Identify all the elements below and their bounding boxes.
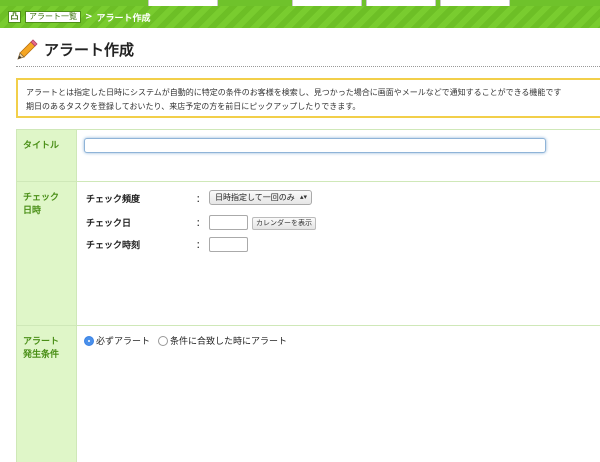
condition-label-line2: 発生条件 — [23, 350, 60, 360]
condition-row-label: アラート 発生条件 — [17, 326, 76, 462]
description-line: 期日のあるタスクを登録しておいたり、来店予定の方を前日にピックアップしたりできま… — [26, 102, 361, 111]
form-row-divider — [17, 181, 600, 182]
breadcrumb: 凸 アラート一覧 > アラート作成 — [0, 6, 600, 28]
title-row-label: タイトル — [17, 130, 76, 181]
colon: ： — [196, 241, 206, 251]
title-label-text: タイトル — [23, 141, 60, 151]
check-date-label: チェック日 — [86, 219, 132, 229]
breadcrumb-separator: > — [85, 12, 93, 22]
radio-conditional-alert-label[interactable]: 条件に合致した時にアラート — [170, 334, 287, 347]
check-label-line2: 日時 — [23, 206, 42, 216]
pencil-icon — [17, 39, 38, 60]
page-header: アラート作成 — [16, 38, 134, 60]
title-divider — [16, 66, 600, 67]
description-line: アラートとは指定した日時にシステムが自動的に特定の条件のお客様を検索し、見つかっ… — [26, 88, 562, 97]
home-icon[interactable]: 凸 — [8, 11, 21, 23]
breadcrumb-link-alert-list[interactable]: アラート一覧 — [25, 11, 81, 23]
select-arrows-icon: ▴▾ — [299, 193, 307, 201]
title-input[interactable] — [84, 138, 546, 153]
colon: ： — [196, 219, 206, 229]
condition-radio-group: 必ずアラート 条件に合致した時にアラート — [84, 334, 295, 347]
form-column-divider — [76, 129, 77, 462]
radio-conditional-alert[interactable] — [158, 335, 169, 346]
frequency-label: チェック頻度 — [86, 195, 141, 205]
check-datetime-row-label: チェック 日時 — [17, 182, 76, 325]
form-row-divider — [17, 129, 600, 130]
page-title: アラート作成 — [44, 40, 135, 59]
check-label-line1: チェック — [23, 193, 60, 203]
condition-label-line1: アラート — [23, 337, 60, 347]
radio-always-alert-label[interactable]: 必ずアラート — [96, 334, 150, 347]
form-row-divider — [17, 325, 600, 326]
check-time-input[interactable] — [209, 237, 248, 252]
show-calendar-button[interactable]: カレンダーを表示 — [252, 217, 316, 230]
check-time-label: チェック時刻 — [86, 241, 141, 251]
frequency-select-value: 日時指定して一回のみ — [215, 193, 295, 202]
description-box: アラートとは指定した日時にシステムが自動的に特定の条件のお客様を検索し、見つかっ… — [16, 78, 600, 118]
check-date-input[interactable] — [209, 215, 248, 230]
colon: ： — [196, 195, 206, 205]
frequency-select[interactable]: 日時指定して一回のみ ▴▾ — [209, 190, 312, 205]
radio-always-alert[interactable] — [84, 335, 94, 346]
breadcrumb-current: アラート作成 — [96, 13, 151, 24]
